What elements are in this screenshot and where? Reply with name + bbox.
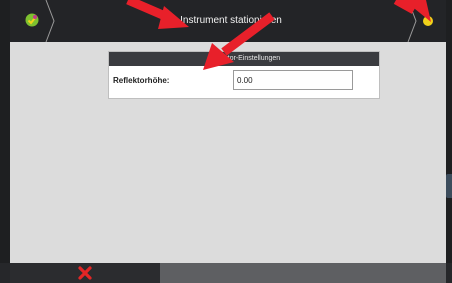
reflector-height-label: Reflektorhöhe: bbox=[113, 76, 170, 85]
screen: Instrument stationieren Reflektor-Einste… bbox=[0, 0, 452, 283]
toolbar-right-segment bbox=[160, 263, 446, 283]
back-nav-button[interactable] bbox=[10, 0, 56, 42]
bezel-right bbox=[446, 0, 452, 283]
page-title: Instrument stationieren bbox=[180, 15, 282, 26]
bottom-toolbar bbox=[0, 263, 452, 283]
chevron-right-icon bbox=[407, 0, 417, 42]
chevron-right-icon bbox=[45, 0, 55, 42]
app-logo-icon bbox=[25, 13, 39, 27]
bezel-left bbox=[0, 0, 10, 283]
status-indicator-icon bbox=[423, 16, 433, 26]
reflector-settings-panel: Reflektor-Einstellungen Reflektorhöhe: bbox=[108, 51, 380, 99]
main-content: Reflektor-Einstellungen Reflektorhöhe: bbox=[10, 42, 446, 263]
cancel-button[interactable] bbox=[10, 263, 160, 283]
reflector-height-input[interactable] bbox=[233, 70, 353, 90]
panel-header: Reflektor-Einstellungen bbox=[109, 52, 379, 66]
side-panel-handle[interactable] bbox=[446, 174, 452, 198]
status-nav-button[interactable] bbox=[406, 0, 446, 42]
reflector-height-row: Reflektorhöhe: bbox=[109, 66, 379, 98]
title-bar: Instrument stationieren bbox=[10, 0, 446, 42]
close-icon bbox=[78, 266, 92, 280]
